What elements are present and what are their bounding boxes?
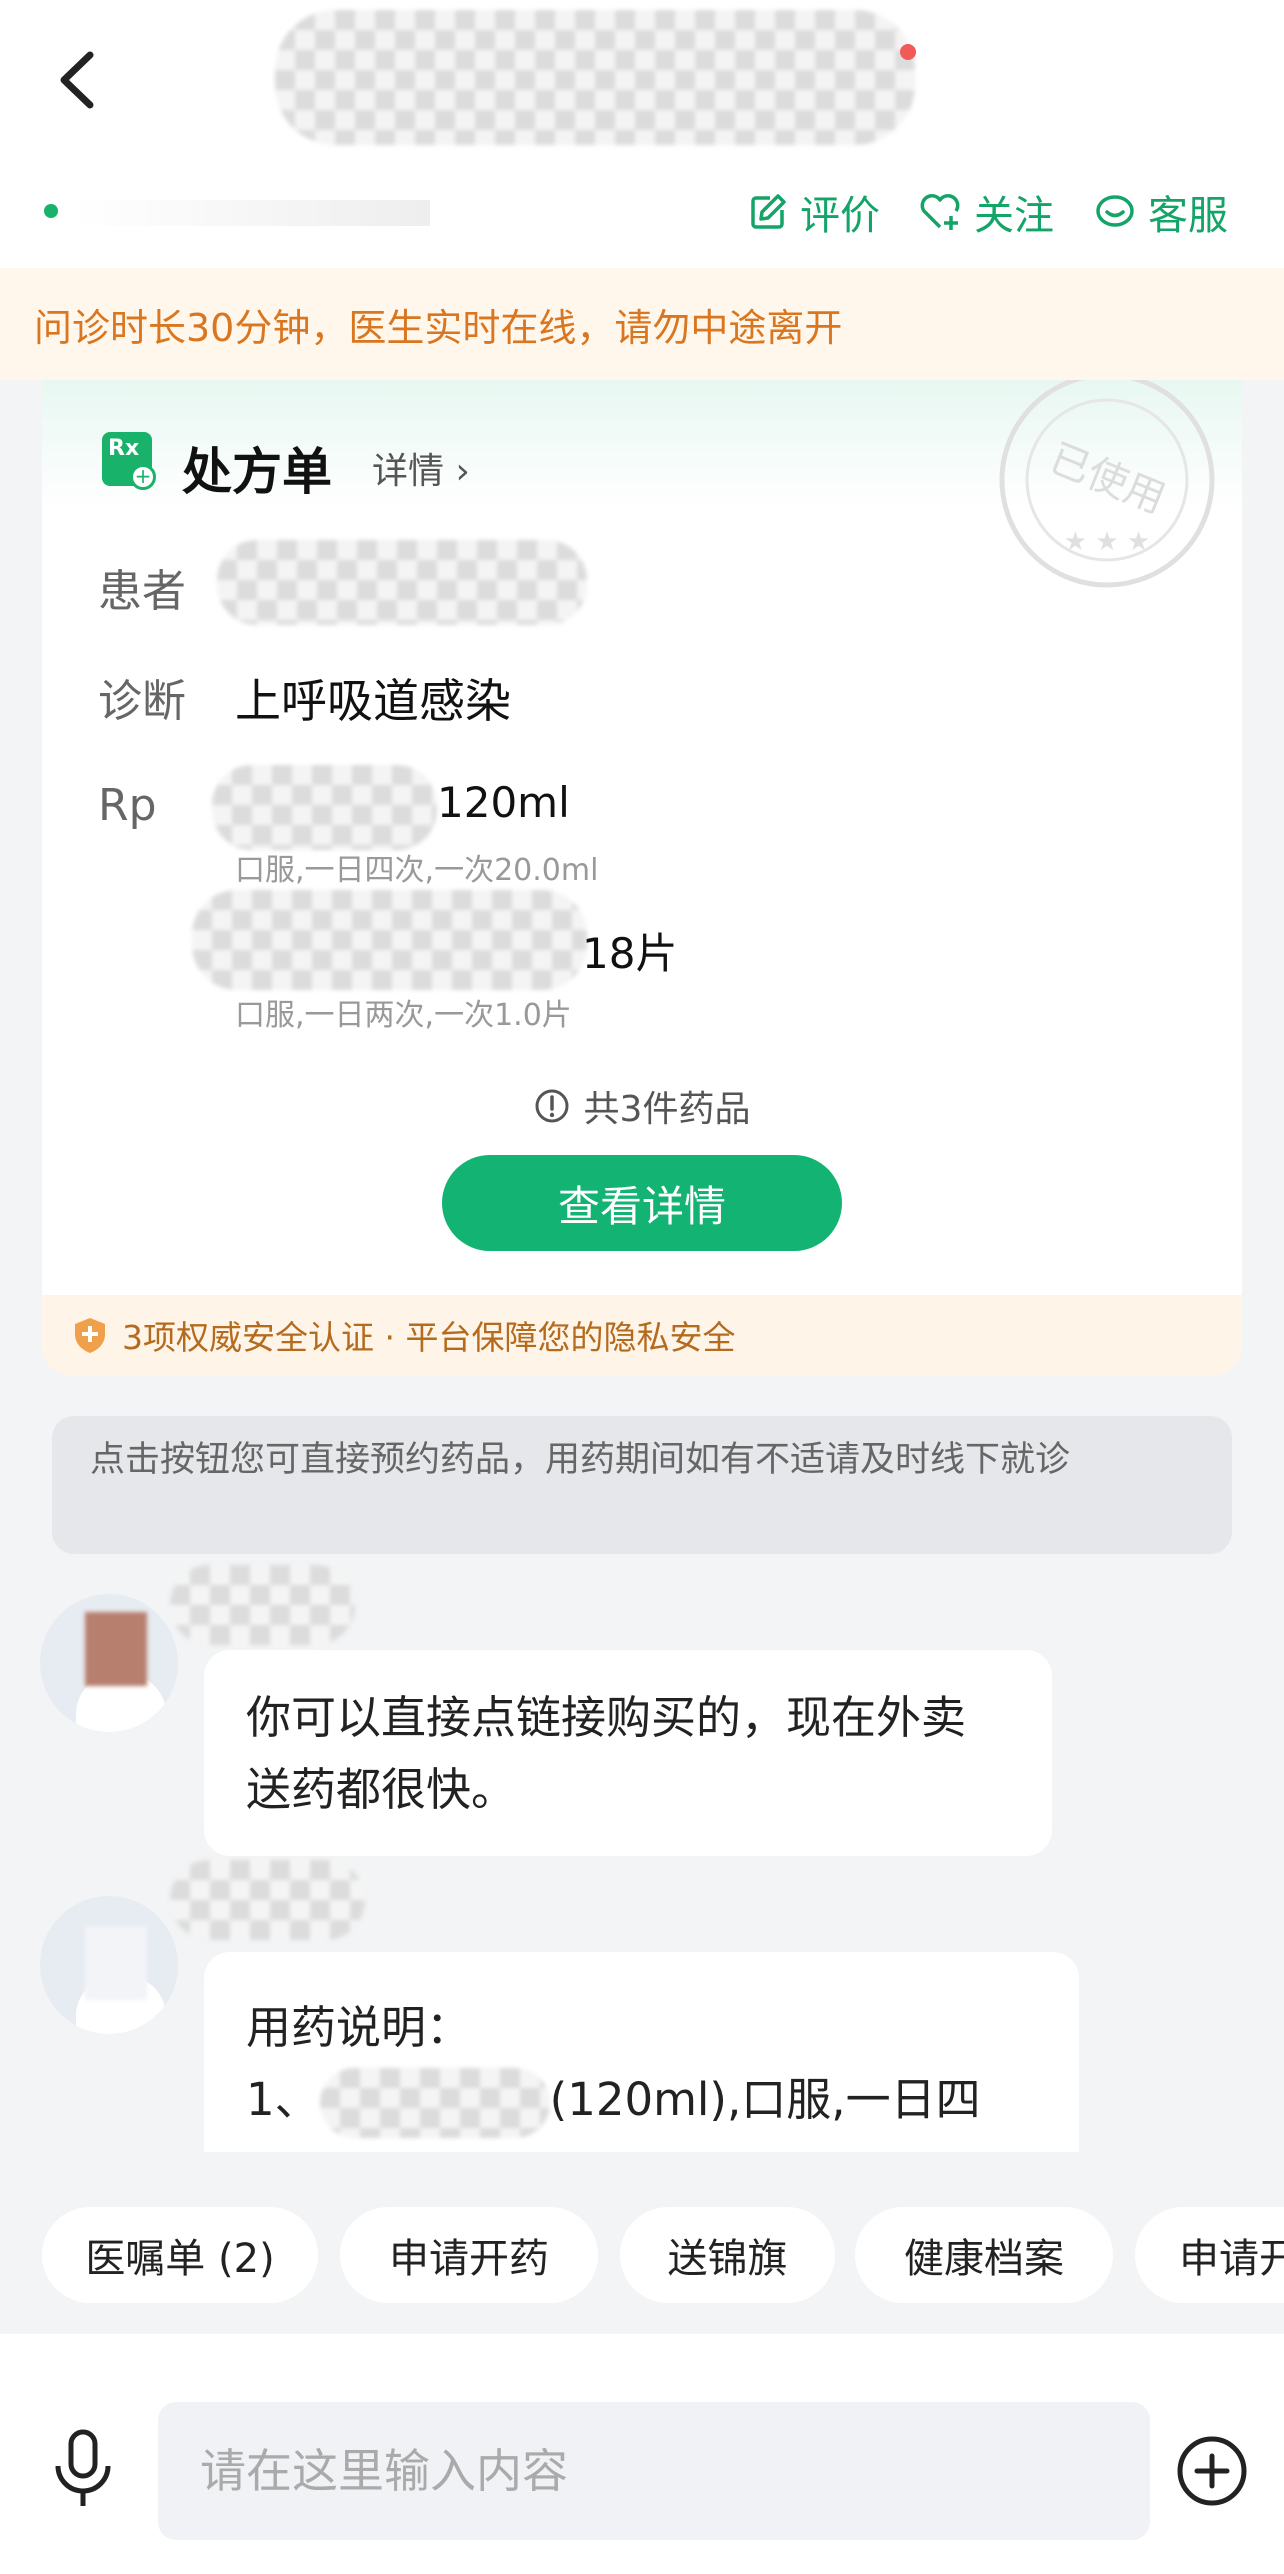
med2-name-redacted [192, 890, 587, 990]
prescription-card[interactable]: Rx + 处方单 详情 › 已使用 ★ ★ ★ 患者 诊断 上呼吸道感染 Rp … [42, 380, 1242, 1375]
consultation-notice: 问诊时长30分钟，医生实时在线，请勿中途离开 [0, 268, 1284, 380]
message-bubble[interactable]: 你可以直接点链接购买的，现在外卖送药都很快。 [204, 1650, 1052, 1856]
prescription-detail-link[interactable]: 详情 › [372, 442, 470, 494]
rate-label: 评价 [800, 193, 880, 239]
unread-dot [900, 44, 916, 60]
shield-icon [75, 1318, 105, 1353]
svg-text:★ ★ ★: ★ ★ ★ [1064, 527, 1150, 557]
drug-name-redacted [319, 2068, 550, 2138]
chevron-left-icon [60, 51, 94, 109]
med1-usage: 口服,一日四次,一次20.0ml [235, 853, 599, 888]
voice-button[interactable] [48, 2426, 118, 2516]
message-input[interactable] [158, 2402, 1150, 2540]
customer-service-button[interactable]: 客服 [1094, 182, 1228, 242]
system-tip: 点击按钮您可直接预约药品，用药期间如有不适请及时线下就诊 [52, 1416, 1232, 1554]
rx-plus-icon: + [130, 464, 156, 490]
med2-name: 18片 [582, 929, 678, 978]
message-line: 用药说明： [246, 2001, 472, 2054]
message-bubble[interactable]: 用药说明： 1、 (120ml),口服,一日四 [204, 1952, 1079, 2152]
message-line: 1、 (120ml),口服,一日四 [246, 2064, 1037, 2138]
back-button[interactable] [50, 45, 110, 115]
chip-health-record[interactable]: 健康档案 [855, 2207, 1113, 2303]
security-banner: 3项权威安全认证 · 平台保障您的隐私安全 [42, 1295, 1242, 1375]
rate-button[interactable]: 评价 [748, 182, 880, 242]
diagnosis-label: 诊断 [98, 676, 186, 727]
chip-medical-orders[interactable]: 医嘱单 (2) [42, 2207, 318, 2303]
chip-request-prescription[interactable]: 申请开药 [340, 2207, 598, 2303]
chip-send-banner[interactable]: 送锦旗 [620, 2207, 835, 2303]
sender-name-redacted [170, 1565, 355, 1645]
security-text: 3项权威安全认证 · 平台保障您的隐私安全 [122, 1318, 736, 1357]
sender-name-redacted [170, 1860, 365, 1940]
patient-label: 患者 [98, 566, 186, 617]
edit-icon [751, 194, 786, 229]
more-button[interactable] [1175, 2434, 1249, 2508]
message-text: 你可以直接点链接购买的，现在外卖送药都很快。 [246, 1691, 967, 1816]
rp-label: Rp [98, 780, 157, 831]
plus-circle-icon [1177, 2436, 1247, 2506]
follow-label: 关注 [974, 193, 1054, 239]
used-stamp: 已使用 ★ ★ ★ [999, 380, 1215, 588]
heart-plus-icon [920, 194, 960, 230]
patient-name-redacted [217, 540, 587, 625]
view-details-button[interactable]: 查看详情 [442, 1155, 842, 1251]
input-bar [0, 2334, 1284, 2574]
doctor-name-redacted [275, 10, 915, 145]
chip-request-more[interactable]: 申请开 [1135, 2207, 1284, 2303]
chat-smile-icon [1096, 195, 1134, 227]
med1-name-redacted [212, 765, 437, 850]
doctor-avatar[interactable] [40, 1896, 178, 2034]
info-icon [535, 1089, 569, 1123]
svg-text:已使用: 已使用 [1043, 435, 1171, 523]
diagnosis-value: 上呼吸道感染 [235, 674, 511, 728]
online-status-dot [44, 204, 58, 218]
prescription-title: 处方单 [182, 443, 332, 501]
med1-name: 120ml [437, 778, 570, 827]
service-label: 客服 [1148, 193, 1228, 239]
quick-actions-bar: 医嘱单 (2) 申请开药 送锦旗 健康档案 申请开 [0, 2152, 1284, 2334]
medicine-count: 共3件药品 [42, 1080, 1242, 1132]
microphone-icon [55, 2429, 111, 2506]
doctor-subtitle-redacted [70, 200, 430, 226]
med2-usage: 口服,一日两次,一次1.0片 [235, 998, 572, 1033]
follow-button[interactable]: 关注 [918, 182, 1054, 242]
medicine-count-text: 共3件药品 [583, 1089, 751, 1130]
chat-header: 评价 关注 客服 [0, 0, 1284, 268]
doctor-avatar[interactable] [40, 1594, 178, 1732]
